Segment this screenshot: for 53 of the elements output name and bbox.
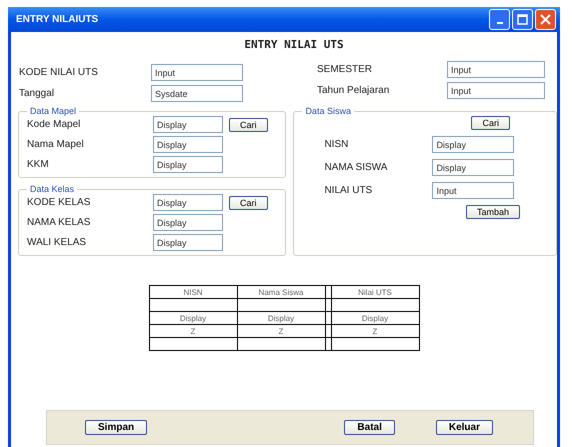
input-field[interactable]: Sysdate [151, 85, 243, 102]
action-button[interactable]: Batal [344, 420, 395, 435]
field-label: Kode Mapel [27, 119, 82, 130]
column-header: Nama Siswa [237, 286, 325, 298]
search-button[interactable]: Cari [229, 118, 268, 132]
group-title: Data Mapel [29, 106, 78, 116]
input-field[interactable]: Display [432, 136, 514, 153]
input-field[interactable]: Input [151, 64, 243, 81]
form-heading: ENTRY NILAI UTS [243, 38, 345, 51]
input-field[interactable]: Display [153, 156, 223, 173]
field-label: Nama Mapel [27, 139, 85, 150]
action-button[interactable]: Simpan [85, 420, 148, 435]
column-header: NISN [149, 286, 237, 298]
field-label: SEMESTER [317, 64, 374, 75]
field-label: NILAI UTS [324, 185, 374, 196]
field-label: WALI KELAS [27, 237, 88, 248]
close-icon [540, 14, 551, 25]
window-title: ENTRY NILAIUTS [16, 14, 98, 25]
maximize-icon [517, 14, 528, 25]
input-field[interactable]: Display [153, 194, 223, 211]
search-button[interactable]: Cari [471, 116, 510, 130]
add-button[interactable]: Tambah [466, 205, 520, 219]
field-label: Tahun Pelajaran [317, 85, 390, 96]
input-field[interactable]: Input [447, 61, 545, 78]
table-cell: Display [149, 312, 237, 324]
minimize-icon [496, 22, 502, 24]
field-label: KODE KELAS [27, 197, 92, 208]
group-title: Data Kelas [29, 184, 76, 194]
input-field[interactable]: Display [153, 136, 223, 153]
field-label: KKM [27, 159, 50, 170]
input-field[interactable]: Display [432, 159, 514, 176]
action-button[interactable]: Keluar [436, 420, 493, 435]
table-cell: Z [237, 324, 325, 338]
column-header: Nilai UTS [331, 286, 419, 298]
field-label: NAMA KELAS [27, 217, 92, 228]
field-label: Tanggal [19, 88, 56, 99]
field-label: NAMA SISWA [324, 162, 388, 173]
input-field[interactable]: Input [447, 82, 545, 99]
minimize-button[interactable] [489, 9, 510, 30]
group-title: Data Siswa [304, 106, 352, 116]
input-field[interactable]: Input [432, 182, 514, 199]
table-cell: Display [237, 312, 325, 324]
table-cell: Display [331, 312, 419, 324]
input-field[interactable]: Display [153, 234, 223, 251]
maximize-button[interactable] [512, 9, 533, 30]
field-label: KODE NILAI UTS [19, 67, 99, 78]
field-label: NISN [324, 139, 350, 150]
close-button[interactable] [535, 9, 556, 30]
table-cell: Z [331, 324, 419, 338]
input-field[interactable]: Display [153, 116, 223, 133]
search-button[interactable]: Cari [229, 196, 268, 210]
input-field[interactable]: Display [153, 214, 223, 231]
table-cell: Z [149, 324, 237, 338]
